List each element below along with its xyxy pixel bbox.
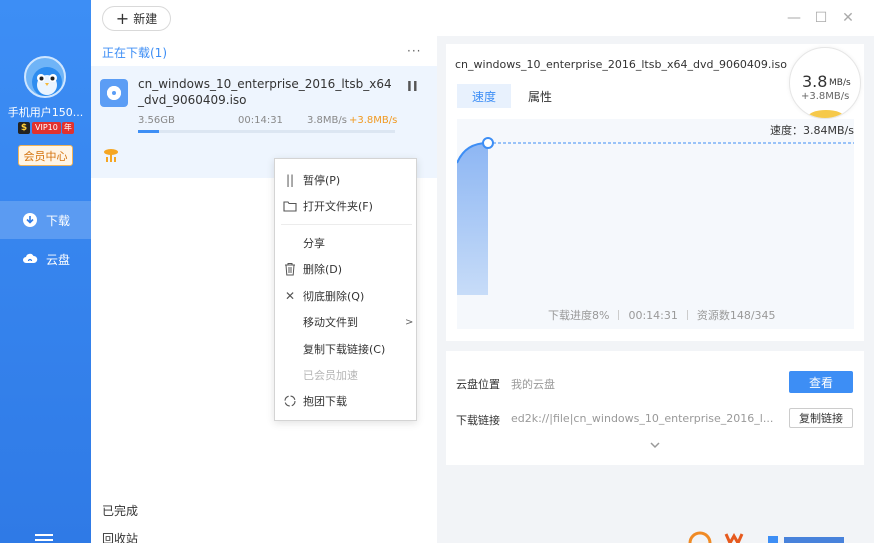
menu-icon[interactable]	[35, 534, 53, 543]
speed-gauge-value: 3.8	[802, 72, 828, 91]
task-file-name: cn_windows_10_enterprise_2016_ltsb_x64_d…	[138, 77, 392, 107]
menu-item-group-download[interactable]: 抱团下载	[275, 390, 416, 412]
vip-badge-row: $ VIP10 年	[18, 121, 74, 134]
recycle-bin-section[interactable]: 回收站	[102, 530, 138, 543]
graph-stats: 下载进度8% 00:14:31 资源数148/345	[548, 307, 776, 323]
more-options-icon[interactable]: ···	[407, 44, 421, 58]
vip-dollar-icon: $	[18, 121, 30, 134]
plus-icon: +	[115, 8, 130, 28]
menu-label: 打开文件夹(F)	[303, 200, 373, 213]
menu-item-member-accelerated: 已会员加速	[275, 364, 416, 386]
pause-task-icon[interactable]: II	[407, 80, 419, 95]
minimize-icon[interactable]: —	[784, 8, 804, 28]
close-window-icon[interactable]: ✕	[838, 8, 858, 28]
speed-graph	[457, 119, 854, 329]
menu-item-delete-permanently[interactable]: ✕ 彻底删除(Q)	[275, 285, 416, 307]
menu-label: 复制下载链接(C)	[303, 343, 386, 356]
maximize-icon[interactable]: ☐	[811, 8, 831, 28]
speed-gauge-boost: +3.8MB/s	[801, 91, 850, 102]
task-progress-fill	[138, 130, 159, 133]
menu-item-copy-link[interactable]: 复制下载链接(C)	[275, 338, 416, 360]
menu-item-open-folder[interactable]: 打开文件夹(F)	[275, 195, 416, 217]
member-center-button[interactable]: 会员中心	[18, 145, 73, 166]
nav-label: 下载	[46, 213, 71, 228]
avatar[interactable]	[24, 56, 66, 98]
cloud-location-value: 我的云盘	[511, 378, 555, 391]
completed-section[interactable]: 已完成	[102, 502, 138, 519]
view-button[interactable]: 查看	[789, 371, 853, 393]
menu-label: 移动文件到	[303, 316, 358, 329]
pause-icon: ||	[285, 173, 295, 187]
trash-icon	[285, 263, 295, 276]
cloud-icon	[23, 253, 38, 263]
speed-graph-canvas	[457, 137, 854, 295]
menu-item-move-to[interactable]: 移动文件到 >	[275, 311, 416, 333]
menu-item-pause[interactable]: || 暂停(P)	[275, 169, 416, 191]
progress-stat: 下载进度8%	[548, 309, 610, 322]
context-menu: || 暂停(P) 打开文件夹(F) 分享 删除(D) ✕ 彻底删除(Q) 移动文…	[274, 158, 417, 421]
new-task-label: 新建	[133, 12, 158, 26]
new-task-button[interactable]: + 新建	[102, 6, 171, 31]
nav-label: 云盘	[46, 252, 71, 267]
menu-label: 已会员加速	[303, 369, 358, 382]
current-speed-label: 速度：3.84MB/s	[770, 124, 854, 137]
sources-stat: 资源数148/345	[696, 309, 776, 322]
close-icon: ✕	[284, 289, 296, 303]
task-boost-speed: +3.8MB/s	[349, 115, 398, 126]
menu-label: 抱团下载	[303, 395, 347, 408]
download-link-label: 下载链接	[456, 414, 500, 427]
chevron-down-icon[interactable]	[649, 440, 661, 450]
menu-label: 暂停(P)	[303, 174, 341, 187]
menu-item-share[interactable]: 分享	[275, 232, 416, 254]
speed-gauge: 3.8 MB/s +3.8MB/s	[789, 47, 861, 119]
download-icon	[23, 213, 37, 227]
menu-label: 删除(D)	[303, 263, 343, 276]
bird-avatar-icon	[32, 67, 62, 96]
group-icon	[284, 395, 296, 407]
menu-label: 彻底删除(Q)	[303, 290, 365, 303]
tab-speed[interactable]: 速度	[457, 84, 511, 108]
detail-file-name: cn_windows_10_enterprise_2016_ltsb_x64_d…	[455, 58, 787, 71]
app-window: 手机用户150... $ VIP10 年 会员中心 下载 云盘 + 新建 — ☐	[0, 0, 874, 543]
task-size: 3.56GB	[138, 115, 175, 126]
speed-gauge-unit: MB/s	[829, 78, 851, 88]
accelerate-icon	[104, 149, 118, 162]
speed-graph-area	[457, 143, 488, 295]
nav-item-cloud[interactable]: 云盘	[0, 240, 91, 278]
speed-graph-current-point	[482, 137, 494, 149]
chevron-right-icon: >	[405, 316, 414, 328]
vip-year-badge: 年	[61, 121, 74, 134]
disc-image-file-icon	[100, 79, 128, 107]
menu-item-delete[interactable]: 删除(D)	[275, 258, 416, 280]
nav-item-download[interactable]: 下载	[0, 201, 91, 239]
time-stat: 00:14:31	[628, 308, 678, 322]
cloud-location-label: 云盘位置	[456, 378, 500, 391]
speed-gauge-arc	[808, 110, 844, 118]
folder-icon	[283, 201, 297, 212]
task-time-left: 00:14:31	[238, 115, 283, 126]
watermark-logo	[688, 531, 844, 543]
task-speed: 3.8MB/s	[307, 115, 347, 126]
vip-level-badge: VIP10	[32, 121, 61, 134]
tab-attributes[interactable]: 属性	[520, 84, 560, 108]
sidebar: 手机用户150... $ VIP10 年 会员中心 下载 云盘	[0, 0, 91, 543]
downloading-section-title: 正在下载(1)	[102, 46, 167, 60]
download-link-value[interactable]: ed2k://|file|cn_windows_10_enterprise_20…	[511, 412, 773, 425]
task-progress-bar	[138, 130, 395, 133]
copy-link-button[interactable]: 复制链接	[789, 408, 853, 428]
username[interactable]: 手机用户150...	[0, 104, 91, 120]
menu-label: 分享	[303, 237, 325, 250]
